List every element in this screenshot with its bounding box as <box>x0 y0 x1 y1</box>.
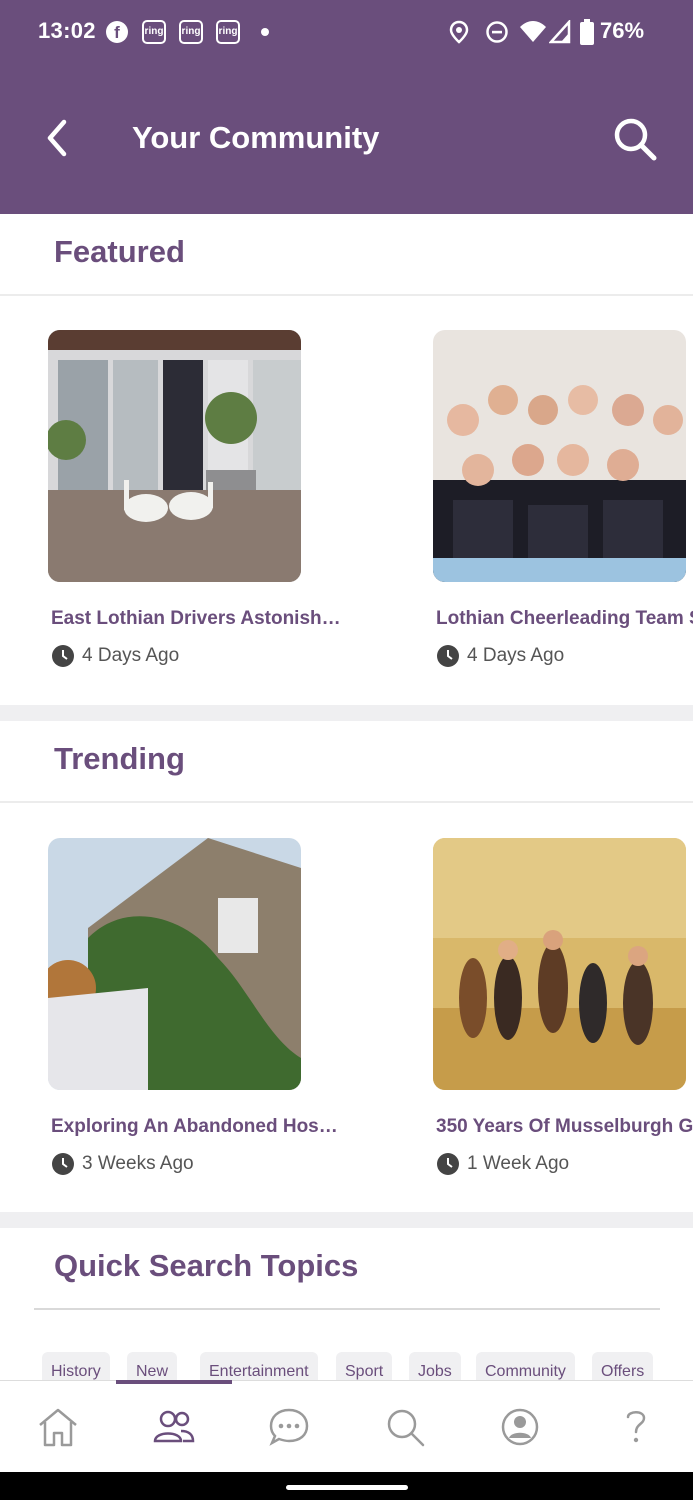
article-meta: 4 Days Ago <box>437 644 564 668</box>
system-navigation-bar <box>0 1472 693 1500</box>
article-title: 350 Years Of Musselburgh Gol <box>436 1116 693 1137</box>
ring-icon: ring <box>142 20 166 44</box>
article-time: 3 Weeks Ago <box>82 1153 194 1174</box>
article-image <box>433 838 686 1090</box>
clock-icon <box>52 645 74 667</box>
do-not-disturb-icon <box>486 21 508 43</box>
clock-icon <box>437 1153 459 1175</box>
article-meta: 1 Week Ago <box>437 1152 569 1176</box>
article-image <box>48 330 301 582</box>
wifi-icon <box>520 21 546 42</box>
home-icon[interactable] <box>36 1405 80 1449</box>
featured-section-header: Featured <box>0 214 693 296</box>
active-tab-indicator <box>116 1380 232 1384</box>
bottom-navigation <box>0 1380 693 1472</box>
clock-icon <box>437 645 459 667</box>
article-meta: 4 Days Ago <box>52 644 179 668</box>
article-image <box>433 330 686 582</box>
article-title: Lothian Cheerleading Team S <box>436 608 693 629</box>
help-icon[interactable] <box>614 1405 658 1449</box>
article-image <box>48 838 301 1090</box>
community-icon[interactable] <box>152 1405 196 1449</box>
section-title-trending: Trending <box>54 741 185 776</box>
header: Your Community <box>0 100 693 180</box>
ring-icon: ring <box>216 20 240 44</box>
article-title: Exploring An Abandoned Hos… <box>51 1116 338 1137</box>
profile-icon[interactable] <box>498 1405 542 1449</box>
back-button[interactable] <box>40 116 76 160</box>
battery-icon <box>580 19 594 45</box>
section-divider <box>0 1212 693 1228</box>
article-time: 1 Week Ago <box>467 1153 570 1174</box>
section-title-featured: Featured <box>54 234 185 269</box>
article-time: 4 Days Ago <box>82 645 180 666</box>
app-bar: 13:02 f ring ring ring 76% Your Communit… <box>0 0 693 214</box>
page-title: Your Community <box>132 120 380 155</box>
section-title-quick-search: Quick Search Topics <box>54 1248 359 1283</box>
home-gesture-pill[interactable] <box>286 1485 408 1490</box>
article-time: 4 Days Ago <box>467 645 565 666</box>
battery-percent: 76% <box>600 18 645 43</box>
notification-dot-icon <box>261 28 269 36</box>
signal-icon <box>549 20 571 44</box>
location-icon <box>449 20 469 44</box>
section-divider <box>0 705 693 721</box>
status-time: 13:02 <box>38 18 96 43</box>
ring-icon: ring <box>179 20 203 44</box>
chat-icon[interactable] <box>267 1405 311 1449</box>
facebook-icon: f <box>106 21 128 43</box>
trending-section-header: Trending <box>0 721 693 803</box>
search-icon[interactable] <box>383 1405 427 1449</box>
status-bar: 13:02 f ring ring ring 76% <box>0 0 693 64</box>
search-button[interactable] <box>610 114 660 164</box>
article-title: East Lothian Drivers Astonish… <box>51 608 341 629</box>
article-meta: 3 Weeks Ago <box>52 1152 194 1176</box>
divider <box>34 1308 660 1310</box>
clock-icon <box>52 1153 74 1175</box>
